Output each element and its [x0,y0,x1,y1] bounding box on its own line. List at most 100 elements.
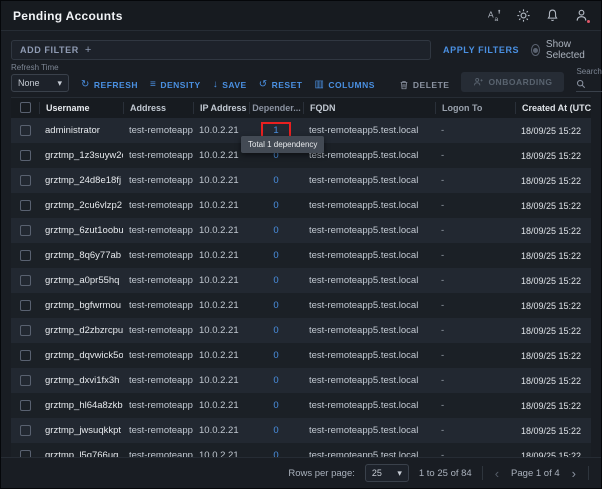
columns-button[interactable]: ▥ COLUMNS [314,77,374,92]
cell-address: test-remoteapp5.t [123,225,193,236]
dependency-count[interactable]: 0 [267,374,284,387]
onboarding-button[interactable]: ONBOARDING [461,72,564,92]
notifications-bell-icon[interactable] [545,8,560,23]
row-checkbox[interactable] [20,150,31,161]
dependency-count[interactable]: 0 [267,299,284,312]
table-row[interactable]: grztmp_24d8e18fj test-remoteapp5.t 10.0.… [11,168,591,193]
column-header-ip-address[interactable]: IP Address [193,102,249,114]
row-checkbox[interactable] [20,450,31,457]
cell-created-at: 18/09/25 15:22 [515,176,591,186]
cell-logon-to: - [435,200,515,211]
cell-created-at: 18/09/25 15:22 [515,201,591,211]
table-row[interactable]: grztmp_d2zbzrcpu test-remoteapp5.t 10.0.… [11,318,591,343]
apply-filters-button[interactable]: APPLY FILTERS [443,45,519,55]
dependency-count[interactable]: 0 [267,349,284,362]
row-checkbox[interactable] [20,200,31,211]
rows-per-page-value: 25 [372,468,382,478]
table-row[interactable]: grztmp_2cu6vlzp2 test-remoteapp5.t 10.0.… [11,193,591,218]
row-checkbox[interactable] [20,275,31,286]
dependency-count[interactable]: 0 [267,449,284,457]
row-checkbox[interactable] [20,325,31,336]
cell-created-at: 18/09/25 15:22 [515,251,591,261]
delete-button[interactable]: DELETE [399,78,450,92]
search-label: Search [576,67,601,76]
table-row[interactable]: grztmp_8q6y77ab test-remoteapp5.t 10.0.2… [11,243,591,268]
show-selected-toggle[interactable] [531,44,540,56]
dependency-count[interactable]: 0 [267,249,284,262]
search-input[interactable] [590,77,601,90]
table-row[interactable]: grztmp_l5q766ug test-remoteapp5.t 10.0.2… [11,443,591,457]
row-checkbox[interactable] [20,425,31,436]
dependency-count[interactable]: 0 [267,399,284,412]
add-filter-button[interactable]: ADD FILTER + [11,40,431,60]
density-icon: ≡ [150,79,156,90]
dependency-count[interactable]: 0 [267,324,284,337]
row-checkbox[interactable] [20,125,31,136]
refresh-time-select[interactable]: None ▾ [11,74,69,92]
next-page-button[interactable]: › [570,467,578,480]
page-title: Pending Accounts [13,9,123,23]
table-row[interactable]: grztmp_dqvwick5o test-remoteapp5.t 10.0.… [11,343,591,368]
cell-ip-address: 10.0.2.21 [193,225,249,236]
theme-icon[interactable] [516,8,531,23]
row-checkbox[interactable] [20,250,31,261]
cell-username: grztmp_a0pr55hq [39,275,123,286]
cell-created-at: 18/09/25 15:22 [515,426,591,436]
table-row[interactable]: grztmp_bgfwrmou test-remoteapp5.t 10.0.2… [11,293,591,318]
refresh-button[interactable]: ↻ REFRESH [81,77,138,92]
cell-address: test-remoteapp5.t [123,400,193,411]
dependency-count[interactable]: 0 [267,424,284,437]
toolbar: Refresh Time None ▾ ↻ REFRESH ≡ DENSITY … [1,63,601,97]
column-header-created-at[interactable]: Created At (UTC+... [515,102,591,114]
row-checkbox[interactable] [20,300,31,311]
table-row[interactable]: grztmp_6zut1oobu test-remoteapp5.t 10.0.… [11,218,591,243]
table-row[interactable]: grztmp_a0pr55hq test-remoteapp5.t 10.0.2… [11,268,591,293]
reset-button[interactable]: ↺ RESET [259,77,303,92]
row-checkbox[interactable] [20,400,31,411]
translate-icon[interactable]: A a [487,8,502,23]
column-header-logon-to[interactable]: Logon To [435,102,515,114]
row-checkbox[interactable] [20,175,31,186]
dependency-count[interactable]: 0 [267,199,284,212]
cell-address: test-remoteapp5.t [123,200,193,211]
cell-created-at: 18/09/25 15:22 [515,301,591,311]
column-header-fqdn[interactable]: FQDN [303,102,435,114]
dependency-count[interactable]: 0 [267,274,284,287]
cell-username: grztmp_jwsuqkkpt [39,425,123,436]
table-row[interactable]: grztmp_dxvi1fx3h test-remoteapp5.t 10.0.… [11,368,591,393]
table-row[interactable]: grztmp_hl64a8zkb test-remoteapp5.t 10.0.… [11,393,591,418]
cell-logon-to: - [435,150,515,161]
save-button[interactable]: ↓ SAVE [213,77,247,92]
dependency-count[interactable]: 0 [267,224,284,237]
dependency-count[interactable]: 0 [267,174,284,187]
cell-logon-to: - [435,250,515,261]
user-account-icon[interactable] [574,8,589,23]
row-checkbox[interactable] [20,375,31,386]
cell-address: test-remoteapp5.t [123,275,193,286]
row-checkbox[interactable] [20,350,31,361]
column-header-address[interactable]: Address [123,102,193,114]
cell-ip-address: 10.0.2.21 [193,425,249,436]
rows-per-page-select[interactable]: 25 ▾ [365,464,409,482]
search-control: Search [576,67,601,92]
select-all-checkbox[interactable] [20,102,31,113]
column-header-dependencies[interactable]: Depender... [249,102,303,114]
cell-address: test-remoteapp5.t [123,425,193,436]
cell-ip-address: 10.0.2.21 [193,350,249,361]
cell-logon-to: - [435,450,515,457]
titlebar: Pending Accounts A a [1,1,601,31]
cell-ip-address: 10.0.2.21 [193,175,249,186]
cell-logon-to: - [435,400,515,411]
cell-username: grztmp_bgfwrmou [39,300,123,311]
cell-ip-address: 10.0.2.21 [193,400,249,411]
row-checkbox[interactable] [20,225,31,236]
filter-bar: ADD FILTER + APPLY FILTERS Show Selected [1,37,601,63]
titlebar-icons: A a [487,8,589,23]
column-header-username[interactable]: Username [39,102,123,114]
cell-username: grztmp_hl64a8zkb [39,400,123,411]
previous-page-button[interactable]: ‹ [493,467,501,480]
cell-username: grztmp_8q6y77ab [39,250,123,261]
density-button[interactable]: ≡ DENSITY [150,77,201,92]
table-row[interactable]: grztmp_jwsuqkkpt test-remoteapp5.t 10.0.… [11,418,591,443]
cell-created-at: 18/09/25 15:22 [515,401,591,411]
